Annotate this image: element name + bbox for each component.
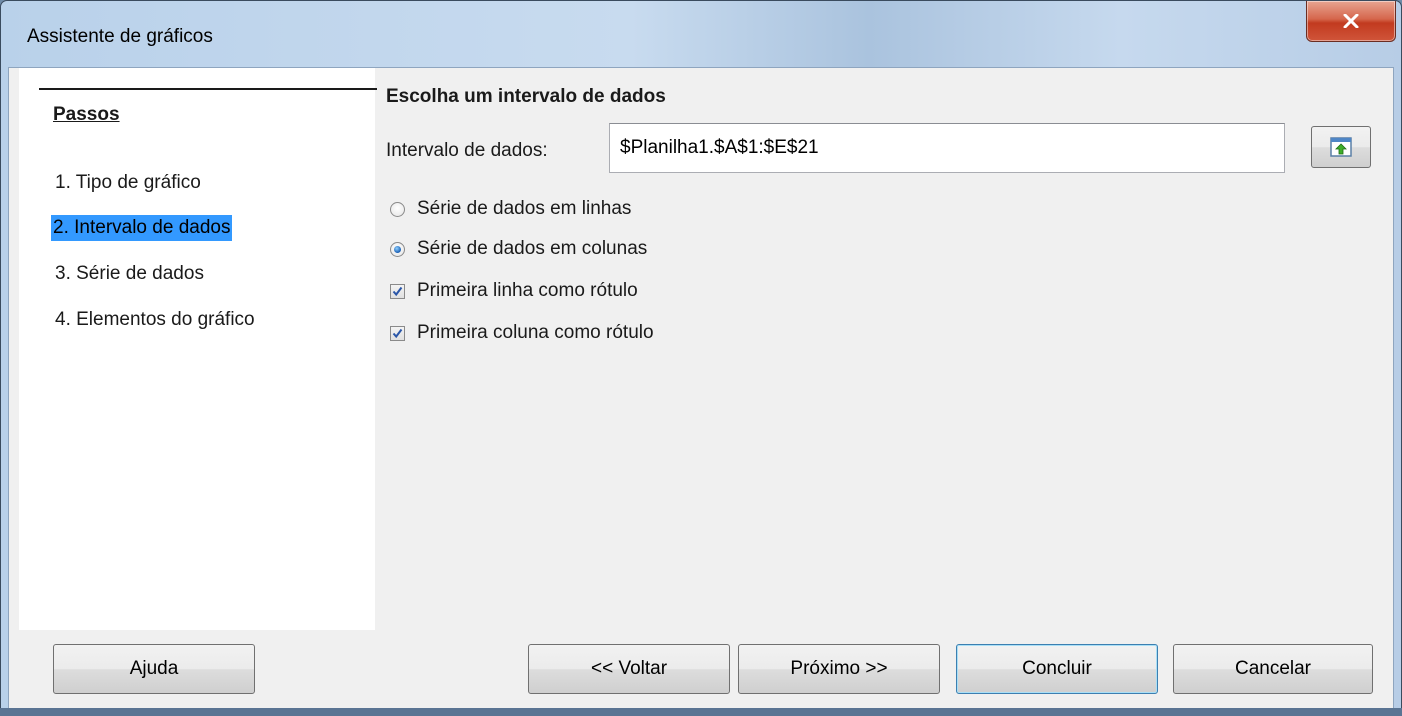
checkbox-checked[interactable] [390, 325, 405, 341]
radio-series-in-columns-label: Série de dados em colunas [417, 238, 648, 259]
steps-panel: Passos 1. Tipo de gráfico 2. Intervalo d… [19, 68, 377, 630]
step-data-series[interactable]: 3. Série de dados [53, 261, 206, 287]
window-title: Assistente de gráficos [27, 26, 213, 47]
help-button[interactable]: Ajuda [53, 644, 255, 694]
step-chart-elements[interactable]: 4. Elementos do gráfico [53, 307, 257, 333]
steps-title: Passos [53, 104, 120, 125]
title-bar[interactable]: Assistente de gráficos [1, 1, 1401, 67]
cancel-button[interactable]: Cancelar [1173, 644, 1373, 694]
select-range-button[interactable] [1311, 126, 1371, 168]
steps-divider [39, 88, 377, 90]
radio-series-in-columns[interactable]: Série de dados em colunas [390, 238, 647, 260]
checkbox-checked[interactable] [390, 283, 405, 299]
dialog-client-area: Passos 1. Tipo de gráfico 2. Intervalo d… [8, 67, 1394, 709]
taskbar-edge [0, 708, 1402, 716]
data-range-input[interactable] [609, 123, 1285, 173]
radio-series-in-rows[interactable]: Série de dados em linhas [390, 198, 631, 220]
chart-wizard-window: Assistente de gráficos Passos 1. Tipo de… [0, 0, 1402, 716]
select-range-icon [1330, 137, 1352, 157]
radio-checked[interactable] [390, 241, 405, 257]
step-chart-type[interactable]: 1. Tipo de gráfico [53, 170, 203, 196]
radio-unchecked[interactable] [390, 201, 405, 217]
section-heading: Escolha um intervalo de dados [386, 86, 666, 107]
finish-button[interactable]: Concluir [956, 644, 1158, 694]
data-range-label: Intervalo de dados: [386, 140, 548, 161]
checkbox-first-row-label-text: Primeira linha como rótulo [417, 280, 638, 301]
radio-series-in-rows-label: Série de dados em linhas [417, 198, 632, 219]
checkbox-first-row-label[interactable]: Primeira linha como rótulo [390, 280, 638, 302]
checkbox-first-column-label[interactable]: Primeira coluna como rótulo [390, 322, 654, 344]
next-button[interactable]: Próximo >> [738, 644, 940, 694]
checkmark-icon [392, 328, 403, 338]
close-button[interactable] [1306, 1, 1396, 42]
checkbox-first-column-label-text: Primeira coluna como rótulo [417, 322, 654, 343]
step-data-range[interactable]: 2. Intervalo de dados [51, 215, 233, 241]
close-icon [1343, 14, 1359, 28]
back-button[interactable]: << Voltar [528, 644, 730, 694]
checkmark-icon [392, 286, 403, 296]
